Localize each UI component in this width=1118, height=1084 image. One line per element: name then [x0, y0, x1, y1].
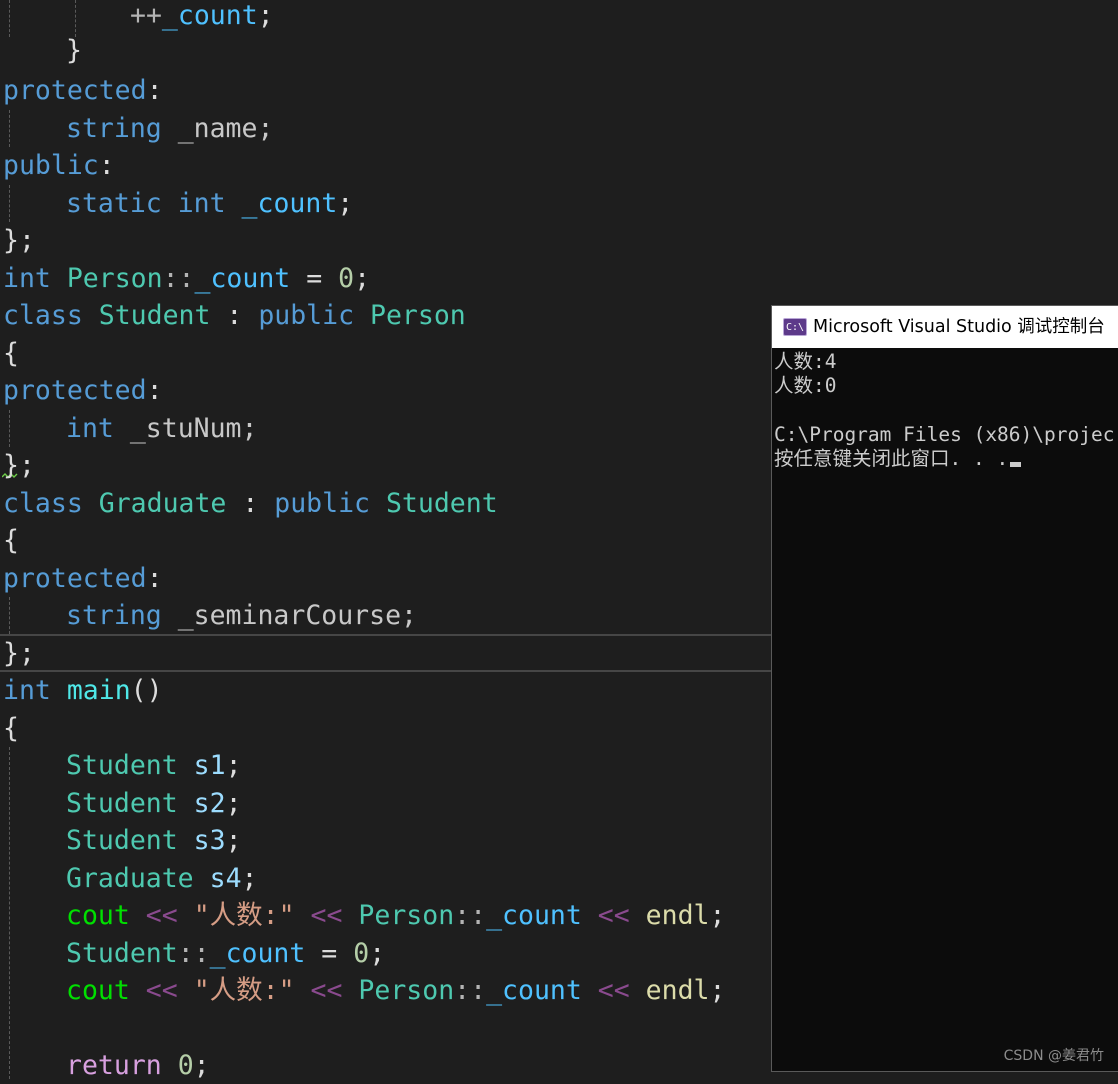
- code-line: string _seminarCourse;: [66, 600, 418, 631]
- code-line: };: [3, 638, 35, 669]
- code-line: class Graduate : public Student: [3, 488, 498, 519]
- indent-guide: [9, 597, 10, 634]
- console-output-line: 人数:0: [774, 374, 837, 397]
- code-line: int Person::_count = 0;: [3, 263, 371, 294]
- console-prompt-text: 按任意键关闭此窗口. . .: [774, 447, 1009, 470]
- code-line: protected:: [3, 563, 163, 594]
- code-line: }: [66, 35, 82, 66]
- console-title: Microsoft Visual Studio 调试控制台: [813, 317, 1105, 337]
- code-line: Student::_count = 0;: [66, 938, 386, 969]
- indent-guide: [9, 185, 10, 222]
- code-line: public:: [3, 150, 115, 181]
- indent-guide: [9, 747, 10, 1079]
- code-line: int main(): [3, 675, 163, 706]
- code-line: cout << "人数:" << Person::_count << endl;: [66, 900, 726, 931]
- console-output-line: C:\Program Files (x86)\projec: [774, 423, 1115, 446]
- console-output-line: 人数:4: [774, 350, 837, 373]
- code-line: string _name;: [66, 113, 274, 144]
- code-line: class Student : public Person: [3, 300, 466, 331]
- code-line: {: [3, 525, 19, 556]
- debug-console-window[interactable]: C:\ Microsoft Visual Studio 调试控制台 人数:4 人…: [771, 305, 1118, 1072]
- console-app-icon: C:\: [783, 318, 807, 336]
- console-titlebar[interactable]: C:\ Microsoft Visual Studio 调试控制台: [772, 306, 1118, 348]
- indent-guide: [9, 110, 10, 147]
- code-line: Graduate s4;: [66, 863, 258, 894]
- code-line: Student s3;: [66, 825, 242, 856]
- code-line: ++_count;: [130, 0, 274, 31]
- console-prompt-line: 按任意键关闭此窗口. . .: [774, 447, 1022, 471]
- code-line: };: [3, 225, 35, 256]
- code-line: };: [3, 450, 35, 481]
- code-line: protected:: [3, 375, 163, 406]
- code-line: return 0;: [66, 1050, 210, 1081]
- code-line: {: [3, 338, 19, 369]
- indent-guide: [9, 0, 10, 37]
- current-line-highlight: [0, 634, 772, 672]
- code-line: Student s1;: [66, 750, 242, 781]
- indent-guide: [9, 410, 10, 447]
- code-line: int _stuNum;: [66, 413, 258, 444]
- code-line: {: [3, 713, 19, 744]
- code-line: static int _count;: [66, 188, 354, 219]
- watermark: CSDN @姜君竹: [1003, 1048, 1104, 1064]
- code-line: cout << "人数:" << Person::_count << endl;: [66, 975, 726, 1006]
- code-line: protected:: [3, 75, 163, 106]
- text-cursor: [1010, 462, 1022, 467]
- code-line: Student s2;: [66, 788, 242, 819]
